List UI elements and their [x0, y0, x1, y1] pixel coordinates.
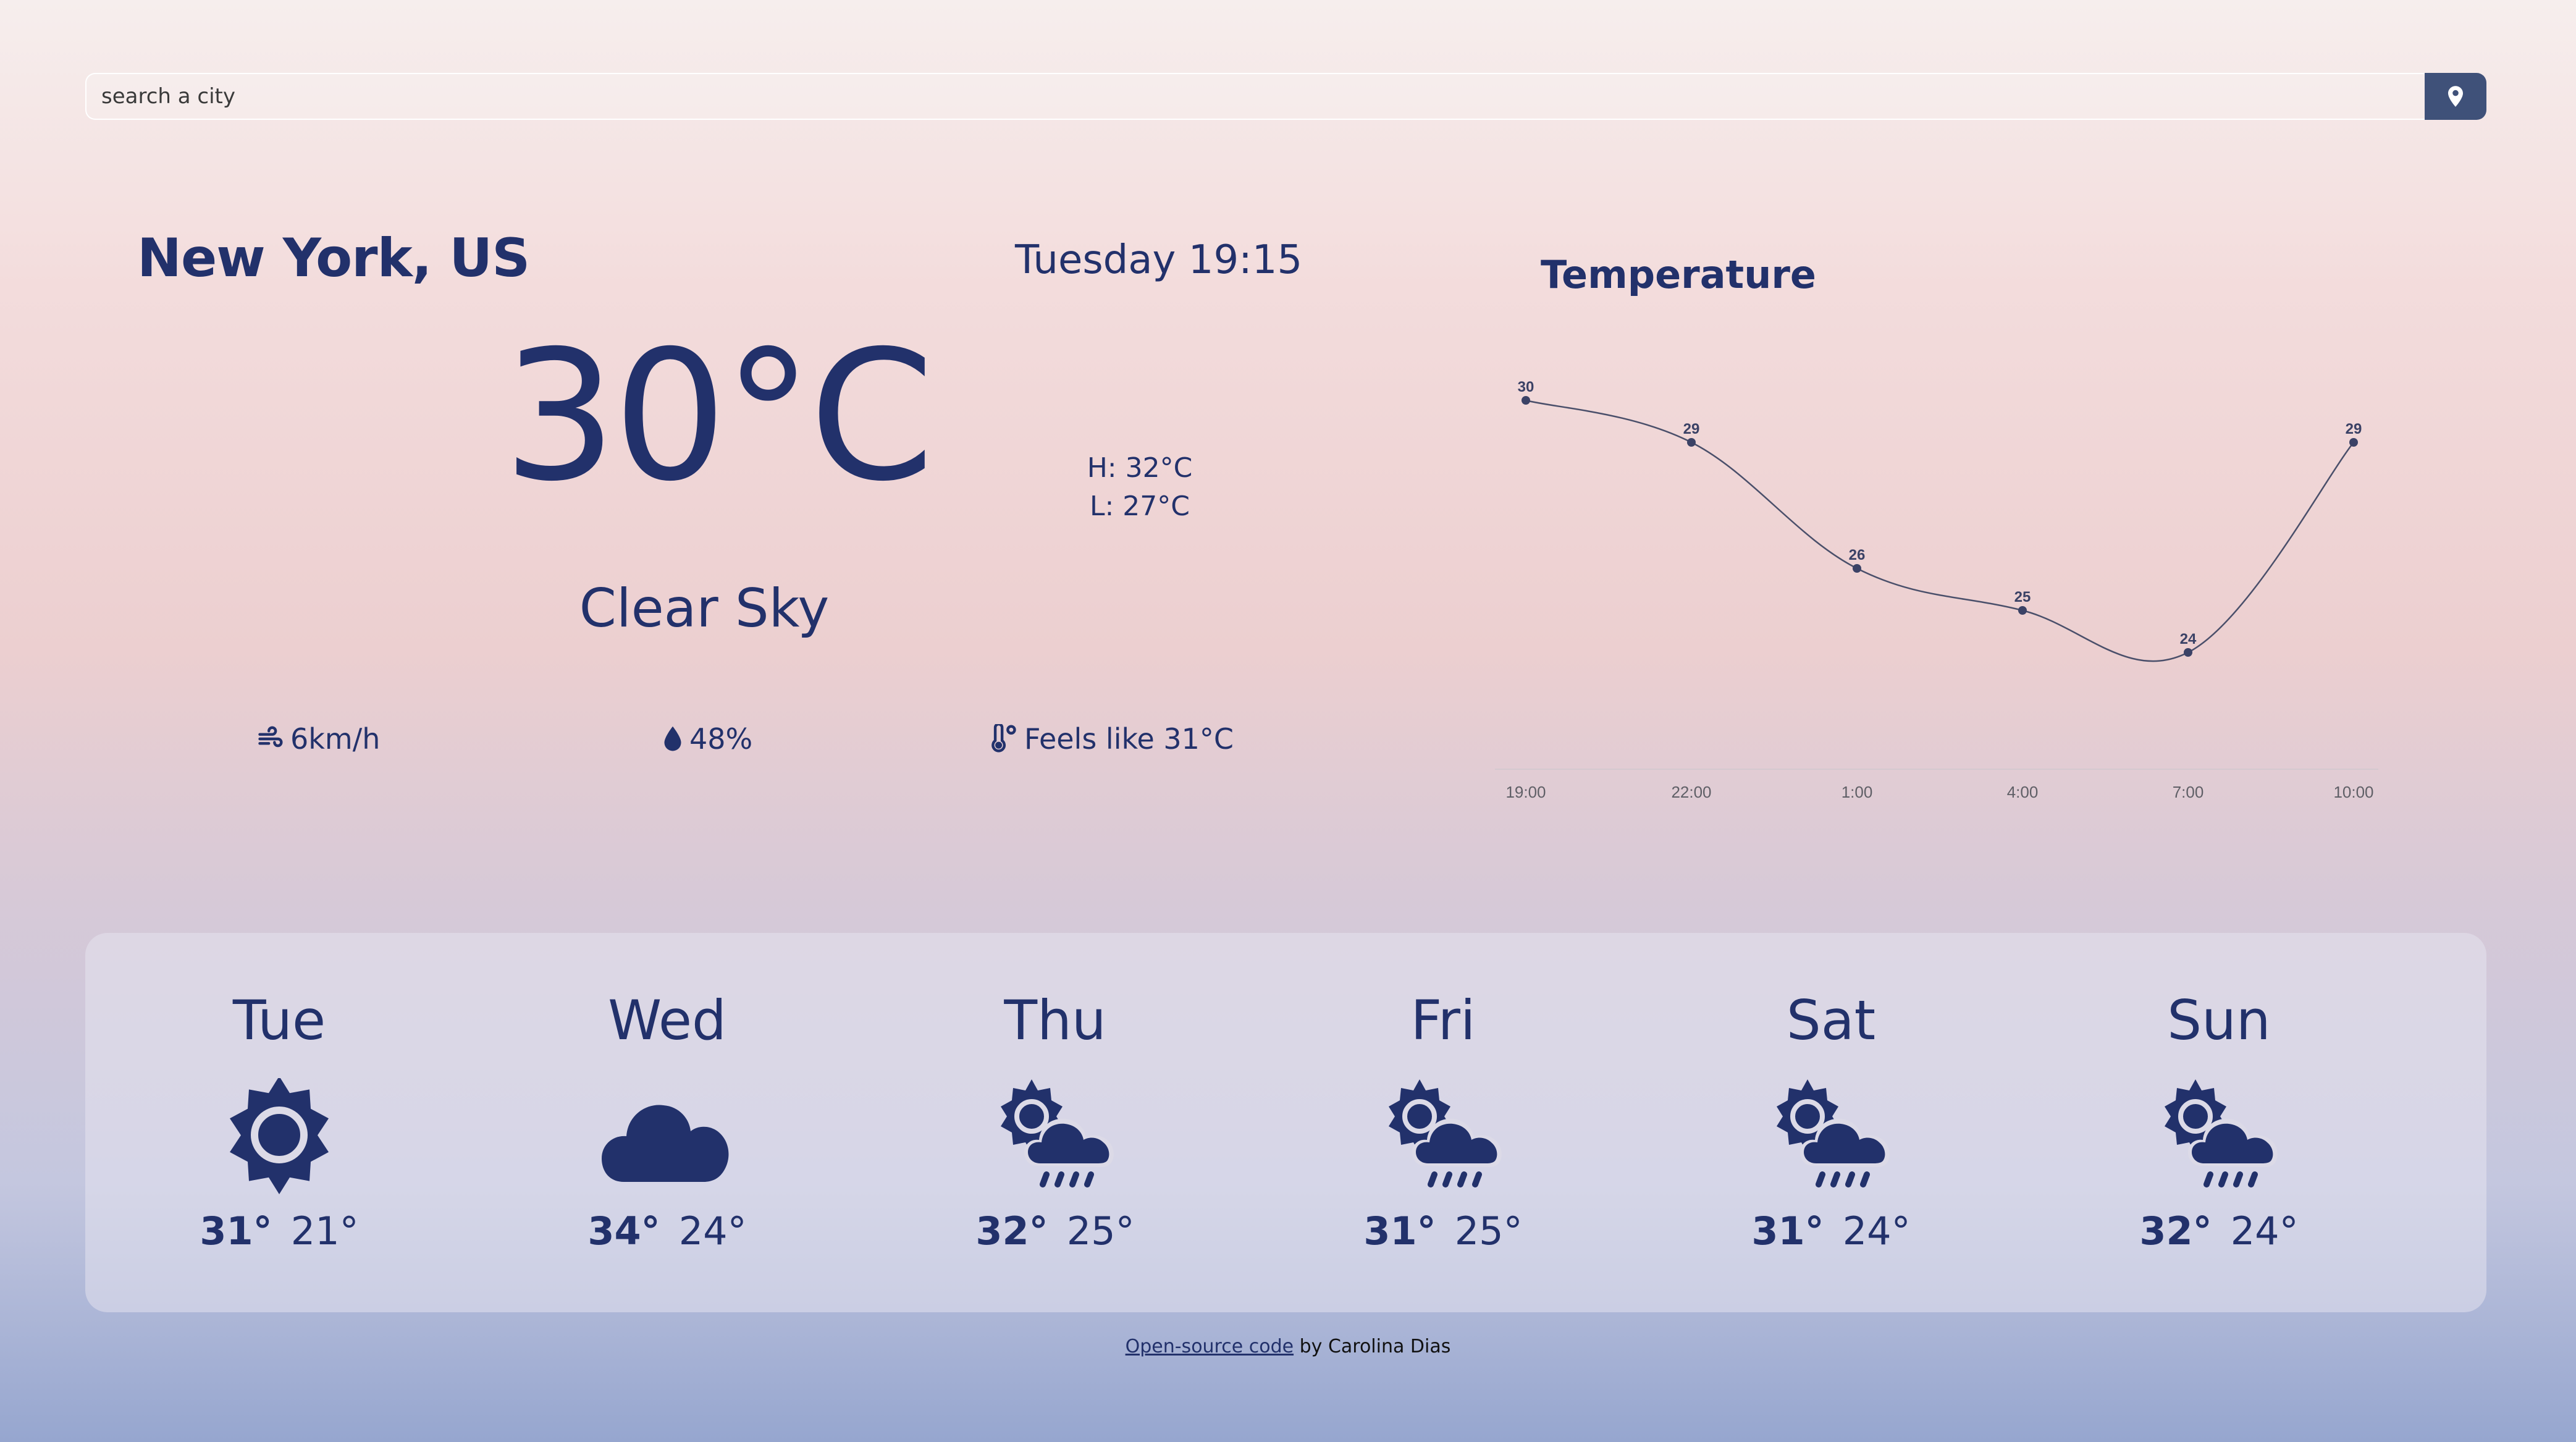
current-temperature: 30°C [503, 313, 935, 521]
sun-cloud-rain-icon [1777, 1079, 1890, 1187]
data-point [2018, 606, 2027, 615]
sun-cloud-rain-icon [2165, 1079, 2278, 1187]
data-label: 25 [2014, 589, 2031, 605]
sun-icon [230, 1078, 329, 1195]
x-tick-label: 19:00 [1505, 783, 1546, 801]
day-temps: 31° 24° [1637, 1208, 2025, 1254]
min-temperature: 25° [1066, 1208, 1135, 1254]
day-temps: 32° 24° [2025, 1208, 2413, 1254]
data-point [1522, 396, 1530, 405]
data-label: 29 [1683, 421, 1700, 437]
data-point [1687, 438, 1696, 447]
wind-metric: 6km/h [256, 722, 380, 756]
x-tick-label: 1:00 [1842, 783, 1873, 801]
humidity-value: 48% [689, 722, 753, 756]
day-name: Fri [1410, 989, 1476, 1052]
max-temperature: 31° [1751, 1208, 1824, 1254]
max-temperature: 31° [200, 1208, 272, 1254]
day-temps: 31° 21° [85, 1208, 473, 1254]
wind-speed: 6km/h [290, 722, 381, 756]
temperature-chart: 30 29 26 25 24 29 19:00 22:00 1:00 4:00 7:00 10:00 [1495, 379, 2378, 801]
day-name: Sat [1786, 989, 1876, 1052]
source-code-link[interactable]: Open-source code [1126, 1336, 1294, 1357]
humidity-metric: 48% [662, 722, 752, 756]
day-name: Thu [1004, 989, 1106, 1052]
water-drop-icon [664, 726, 681, 751]
day-temps: 31° 25° [1249, 1208, 1637, 1254]
feels-like-value: Feels like 31°C [1024, 722, 1234, 756]
min-temperature: 24° [2230, 1208, 2299, 1254]
max-temperature: 34° [587, 1208, 660, 1254]
min-temperature: 21° [290, 1208, 359, 1254]
chart-title: Temperature [1541, 252, 1816, 297]
footer-credit: by Carolina Dias [1294, 1336, 1451, 1357]
high-low: H: 32°C L: 27°C [1050, 449, 1229, 526]
city-name: New York, US [137, 227, 530, 289]
forecast-day: Wed 34° 24° [473, 933, 861, 1312]
wind-icon [258, 726, 283, 748]
temperature-line [1525, 399, 2354, 662]
day-temps: 32° 25° [861, 1208, 1249, 1254]
max-temperature: 32° [2139, 1208, 2212, 1254]
min-temperature: 25° [1454, 1208, 1523, 1254]
location-pin-icon [2448, 86, 2463, 107]
sun-cloud-rain-icon [1389, 1079, 1502, 1187]
forecast-day: Thu 32° 25° [861, 933, 1249, 1312]
data-point [2349, 438, 2358, 447]
data-point [2184, 648, 2192, 657]
sun-cloud-rain-icon [1001, 1079, 1114, 1187]
forecast-day: Tue 31° 21° [85, 933, 473, 1312]
low-temperature: L: 27°C [1089, 491, 1190, 522]
day-name: Sun [2167, 989, 2271, 1052]
forecast-panel: Tue 31° 21° Wed 34° 24° Thu 32° 25° Fri … [85, 933, 2486, 1312]
data-label: 26 [1849, 547, 1866, 563]
forecast-day: Fri 31° 25° [1249, 933, 1637, 1312]
x-tick-label: 10:00 [2333, 783, 2373, 801]
x-tick-label: 7:00 [2173, 783, 2204, 801]
location-button[interactable] [2425, 73, 2486, 120]
forecast-day: Sat 31° 24° [1637, 933, 2025, 1312]
day-name: Tue [232, 989, 326, 1052]
data-label: 24 [2180, 631, 2197, 647]
x-tick-label: 22:00 [1671, 783, 1711, 801]
data-label: 29 [2346, 421, 2362, 437]
current-datetime: Tuesday 19:15 [1015, 237, 1303, 283]
data-label: 30 [1518, 379, 1534, 395]
max-temperature: 32° [975, 1208, 1048, 1254]
footer: Open-source code by Carolina Dias [0, 1336, 2576, 1357]
x-tick-label: 4:00 [2007, 783, 2039, 801]
feels-like-metric: Feels like 31°C [988, 722, 1234, 756]
min-temperature: 24° [678, 1208, 747, 1254]
weather-description: Clear Sky [579, 578, 830, 639]
cloud-icon [602, 1105, 729, 1182]
min-temperature: 24° [1842, 1208, 1911, 1254]
data-point [1853, 564, 1861, 573]
max-temperature: 31° [1363, 1208, 1436, 1254]
high-temperature: H: 32°C [1087, 452, 1193, 484]
forecast-day: Sun 32° 24° [2025, 933, 2413, 1312]
search-bar [85, 73, 2486, 120]
search-input[interactable] [85, 73, 2425, 120]
thermometer-icon [991, 724, 1016, 753]
day-temps: 34° 24° [473, 1208, 861, 1254]
day-name: Wed [608, 989, 726, 1052]
